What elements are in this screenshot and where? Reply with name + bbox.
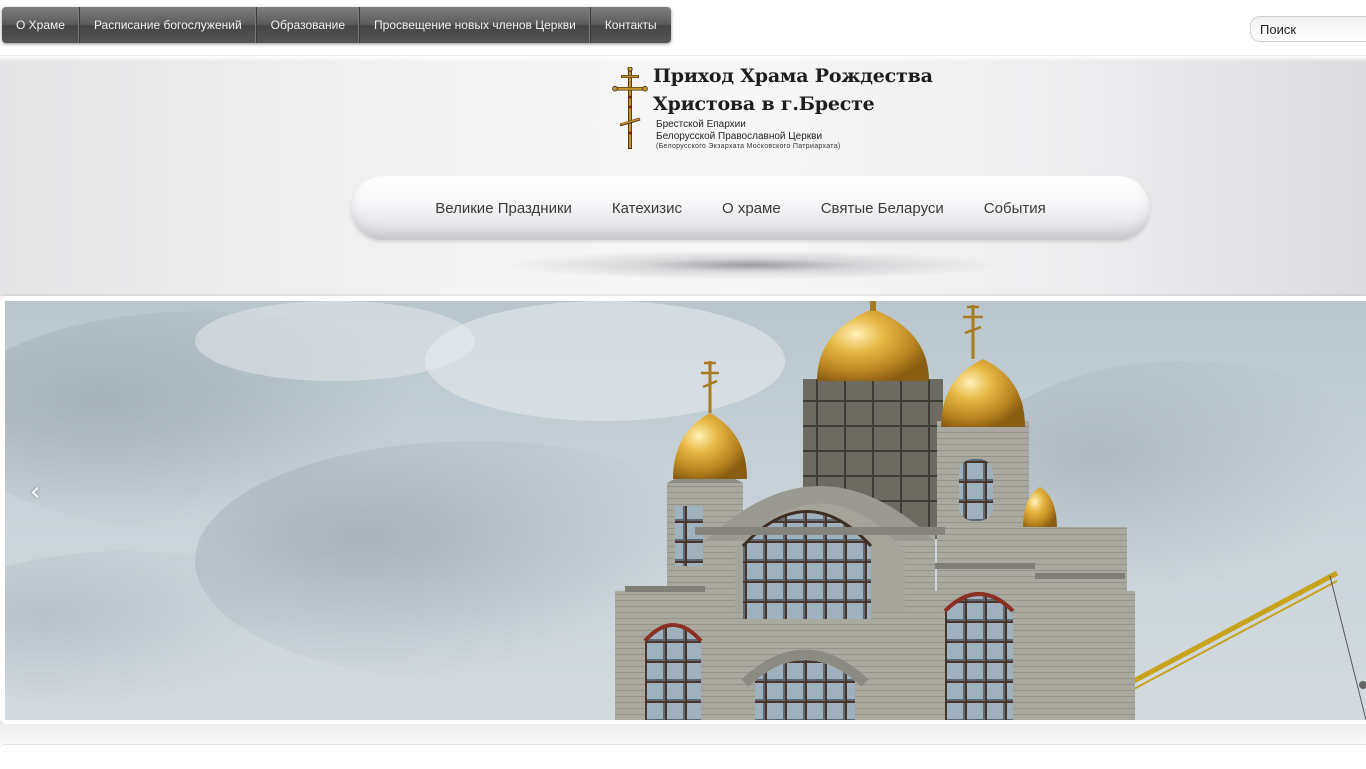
top-navigation: О Храме Расписание богослужений Образова…	[2, 7, 671, 43]
menu-shadow	[500, 250, 1000, 280]
site-logo[interactable]: Приход Храма Рождества Христова в г.Брес…	[612, 63, 933, 155]
top-nav-item-schedule[interactable]: Расписание богослужений	[80, 7, 257, 43]
top-nav-item-contacts[interactable]: Контакты	[591, 7, 671, 43]
logo-title-line1: Приход Храма Рождества	[653, 65, 933, 87]
top-nav-item-education[interactable]: Образование	[257, 7, 361, 43]
main-menu-item-catechism[interactable]: Катехизис	[612, 200, 682, 217]
logo-subtitle-eparchy: Брестской Епархии	[656, 119, 746, 130]
main-menu-item-great-feasts[interactable]: Великие Праздники	[435, 200, 572, 217]
chevron-left-icon[interactable]: ‹	[30, 479, 48, 505]
main-menu-item-events[interactable]: События	[984, 200, 1046, 217]
top-nav-item-enlightenment[interactable]: Просвещение новых членов Церкви	[360, 7, 591, 43]
logo-subtitle-church: Белорусской Православной Церкви	[656, 131, 823, 142]
logo-subtitle-exarchate: (Белорусского Экзархата Московского Патр…	[656, 143, 841, 150]
search-input[interactable]	[1250, 16, 1366, 42]
main-menu-item-about-temple[interactable]: О храме	[722, 200, 781, 217]
main-menu: Великие Праздники Катехизис О храме Свят…	[351, 176, 1150, 240]
content-area-top	[0, 724, 1366, 769]
cathedral-photo	[5, 301, 1366, 720]
slide-image-cathedral[interactable]	[5, 301, 1366, 720]
content-panel	[0, 744, 1366, 769]
top-nav-item-about[interactable]: О Храме	[2, 7, 80, 43]
orthodox-cross-icon	[612, 67, 648, 149]
main-menu-item-saints[interactable]: Святые Беларуси	[821, 200, 944, 217]
logo-title-line2: Христова в г.Бресте	[653, 93, 875, 115]
